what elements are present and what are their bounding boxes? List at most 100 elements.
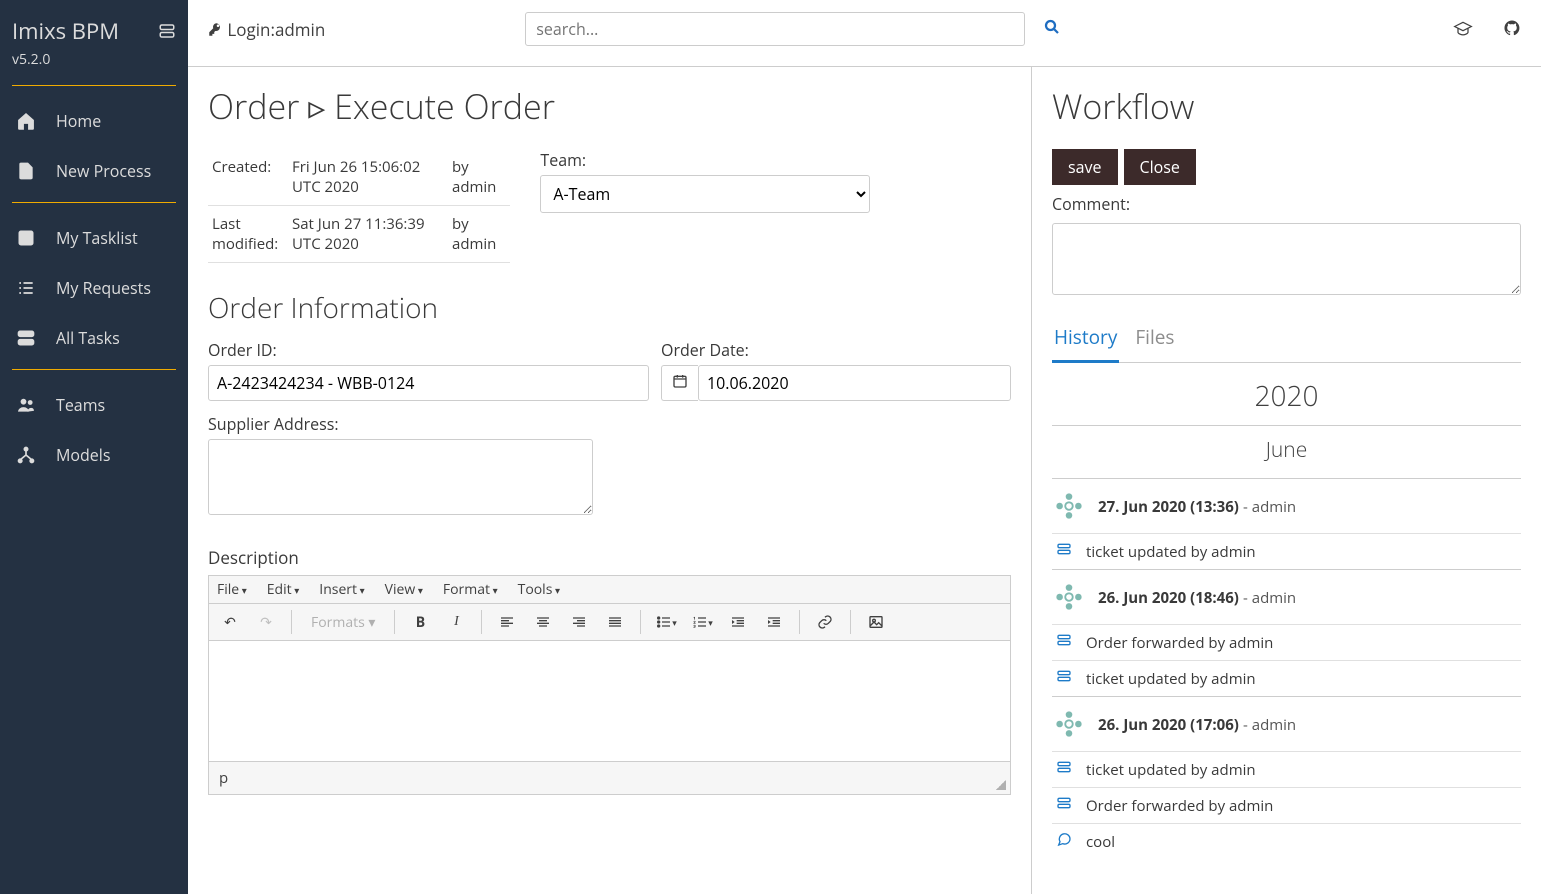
order-date-input[interactable] <box>698 365 1011 401</box>
sidebar-item-home[interactable]: Home <box>0 96 188 146</box>
created-by: admin <box>452 177 496 197</box>
team-label: Team: <box>540 149 870 171</box>
server-icon <box>1056 541 1072 562</box>
sidebar-item-label: My Tasklist <box>56 227 138 249</box>
topbar: Login: admin <box>188 0 1541 67</box>
file-icon <box>16 161 36 181</box>
check-square-icon <box>16 228 36 248</box>
team-select[interactable]: A-Team <box>540 175 870 213</box>
history-time: 26. Jun 2020 (17:06) <box>1098 715 1239 735</box>
users-icon <box>16 395 36 415</box>
sidebar-item-label: My Requests <box>56 277 151 299</box>
editor-statusbar: p <box>209 761 1010 794</box>
created-label: Created: <box>208 149 288 206</box>
menu-insert[interactable]: Insert <box>319 580 364 599</box>
key-icon <box>208 22 223 37</box>
menu-tools[interactable]: Tools <box>518 580 560 599</box>
order-id-input[interactable] <box>208 365 649 401</box>
align-right-icon[interactable] <box>564 608 594 636</box>
sidebar-item-label: Home <box>56 110 101 132</box>
italic-icon[interactable]: I <box>441 608 471 636</box>
order-id-label: Order ID: <box>208 339 649 361</box>
history-entry: 26. Jun 2020 (18:46) - admin <box>1052 569 1521 624</box>
github-icon[interactable] <box>1503 19 1521 37</box>
search-icon[interactable] <box>1043 18 1061 41</box>
top-right-icons <box>1453 19 1521 39</box>
tabs: History Files <box>1052 316 1521 363</box>
calendar-icon[interactable] <box>661 365 698 401</box>
rich-text-editor: File Edit Insert View Format Tools ↶ ↷ F… <box>208 575 1011 795</box>
align-justify-icon[interactable] <box>600 608 630 636</box>
avatar-icon <box>1054 582 1084 612</box>
server-icon <box>158 22 176 40</box>
sidebar-item-label: All Tasks <box>56 327 120 349</box>
sidebar-item-label: Models <box>56 444 110 466</box>
history-event-text: ticket updated by admin <box>1086 669 1256 689</box>
sidebar-item-models[interactable]: Models <box>0 430 188 480</box>
history-entry: 27. Jun 2020 (13:36) - admin <box>1052 478 1521 533</box>
history-time: 27. Jun 2020 (13:36) <box>1098 497 1239 517</box>
modified-label: Last modified: <box>208 206 288 263</box>
home-icon <box>16 111 36 131</box>
menu-format[interactable]: Format <box>443 580 498 599</box>
sidebar-item-my-requests[interactable]: My Requests <box>0 263 188 313</box>
history-event: ticket updated by admin <box>1052 751 1521 787</box>
tab-history[interactable]: History <box>1052 316 1119 363</box>
server-icon <box>16 328 36 348</box>
login-user: admin <box>275 18 325 41</box>
comment-input[interactable] <box>1052 223 1521 295</box>
link-icon[interactable] <box>810 608 840 636</box>
divider <box>12 202 176 203</box>
server-icon <box>1056 668 1072 689</box>
close-button[interactable]: Close <box>1124 149 1196 185</box>
app-name: Imixs BPM <box>12 16 119 46</box>
redo-icon[interactable]: ↷ <box>251 608 281 636</box>
supplier-label: Supplier Address: <box>208 413 593 435</box>
login-prefix: Login: <box>227 18 275 41</box>
bullet-list-icon[interactable]: ▾ <box>651 608 681 636</box>
image-icon[interactable] <box>861 608 891 636</box>
history-year: 2020 <box>1052 363 1521 426</box>
history-user: - admin <box>1243 715 1296 735</box>
undo-icon[interactable]: ↶ <box>215 608 245 636</box>
workflow-pane: Workflow save Close Comment: History Fil… <box>1031 67 1541 894</box>
outdent-icon[interactable] <box>723 608 753 636</box>
indent-icon[interactable] <box>759 608 789 636</box>
sitemap-icon <box>16 445 36 465</box>
history-event: ticket updated by admin <box>1052 533 1521 569</box>
comment-label: Comment: <box>1052 193 1521 215</box>
history-event-text: Order forwarded by admin <box>1086 633 1273 653</box>
sidebar-item-my-tasklist[interactable]: My Tasklist <box>0 213 188 263</box>
history-event: Order forwarded by admin <box>1052 787 1521 823</box>
formats-dropdown[interactable]: Formats ▾ <box>302 608 384 636</box>
menu-file[interactable]: File <box>217 580 247 599</box>
sidebar-item-all-tasks[interactable]: All Tasks <box>0 313 188 363</box>
sidebar-item-teams[interactable]: Teams <box>0 380 188 430</box>
align-left-icon[interactable] <box>492 608 522 636</box>
sidebar-item-new-process[interactable]: New Process <box>0 146 188 196</box>
tab-files[interactable]: Files <box>1133 316 1176 362</box>
editor-toolbar: ↶ ↷ Formats ▾ B I ▾ 123▾ <box>209 604 1010 641</box>
editor-body[interactable] <box>209 641 1010 761</box>
history-event-text: ticket updated by admin <box>1086 760 1256 780</box>
bold-icon[interactable]: B <box>405 608 435 636</box>
supplier-address-input[interactable] <box>208 439 593 515</box>
history-event: Order forwarded by admin <box>1052 624 1521 660</box>
divider <box>12 85 176 86</box>
save-button[interactable]: save <box>1052 149 1118 185</box>
list-icon <box>16 278 36 298</box>
by-label: by <box>452 157 469 177</box>
menu-edit[interactable]: Edit <box>267 580 300 599</box>
modified-by: admin <box>452 234 496 254</box>
avatar-icon <box>1054 491 1084 521</box>
align-center-icon[interactable] <box>528 608 558 636</box>
search-input[interactable] <box>525 12 1025 46</box>
brand: Imixs BPM <box>0 10 188 50</box>
menu-view[interactable]: View <box>385 580 423 599</box>
modified-value: Sat Jun 27 11:36:39 UTC 2020 <box>288 206 448 263</box>
section-title-order-info: Order Information <box>208 289 1011 327</box>
server-icon <box>1056 759 1072 780</box>
login-info: Login: admin <box>208 18 325 41</box>
number-list-icon[interactable]: 123▾ <box>687 608 717 636</box>
graduation-cap-icon[interactable] <box>1453 19 1473 39</box>
